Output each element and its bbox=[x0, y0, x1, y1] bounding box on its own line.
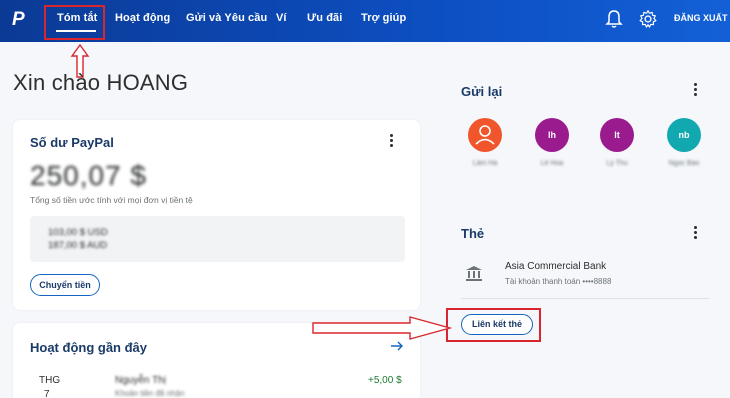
nav-item-help[interactable]: Trợ giúp bbox=[361, 12, 406, 24]
link-card-button[interactable]: Liên kết thẻ bbox=[461, 314, 533, 335]
activity-month: THG bbox=[39, 375, 61, 386]
cards-menu-icon[interactable] bbox=[691, 226, 701, 240]
balance-amount: 250,07 $ bbox=[30, 160, 147, 191]
nav-item-send-request[interactable]: Gửi và Yêu cầu bbox=[186, 12, 267, 24]
bank-icon bbox=[466, 266, 482, 281]
nav-item-wallet[interactable]: Ví bbox=[276, 12, 287, 24]
cards-section-title: Thẻ bbox=[461, 226, 485, 241]
contact-name-1: Lâm Hà bbox=[472, 160, 498, 167]
send-again-menu-icon[interactable] bbox=[691, 83, 701, 97]
recent-activity-title: Hoạt động gần đây bbox=[30, 340, 147, 355]
contact-name-2: Lê Hoa bbox=[540, 160, 564, 167]
gear-icon[interactable] bbox=[638, 8, 658, 30]
contact-avatar-4[interactable]: nb bbox=[667, 118, 701, 152]
nav-item-activity[interactable]: Hoạt động bbox=[115, 12, 170, 24]
activity-description: Khoản tiền đã nhận bbox=[115, 389, 185, 398]
balance-card-title: Số dư PayPal bbox=[30, 135, 114, 150]
currency-list: 103,00 $ USD 187,00 $ AUD bbox=[30, 216, 405, 262]
top-navigation-bar: P Tóm tắt Hoạt động Gửi và Yêu cầu Ví Ưu… bbox=[0, 0, 730, 42]
cards-divider bbox=[461, 298, 709, 299]
right-arrow-annotation bbox=[312, 316, 452, 340]
greeting-heading: Xin chào HOANG bbox=[13, 70, 189, 95]
contact-name-4: Ngọc Bảo bbox=[668, 160, 700, 167]
arrow-right-icon[interactable] bbox=[390, 339, 404, 353]
logout-link[interactable]: ĐĂNG XUẤT bbox=[674, 13, 728, 23]
person-icon bbox=[475, 125, 495, 145]
balance-subtitle: Tổng số tiền ước tính với mọi đơn vị tiề… bbox=[30, 195, 193, 205]
contact-avatar-3[interactable]: lt bbox=[600, 118, 634, 152]
nav-item-offers[interactable]: Ưu đãi bbox=[307, 12, 342, 24]
send-again-title: Gửi lại bbox=[461, 84, 503, 99]
bank-account-type: Tài khoản thanh toán ••••8888 bbox=[505, 277, 612, 286]
bank-name[interactable]: Asia Commercial Bank bbox=[505, 261, 606, 272]
transfer-money-button[interactable]: Chuyển tiền bbox=[30, 274, 100, 296]
currency-usd: 103,00 $ USD bbox=[48, 227, 108, 238]
paypal-logo[interactable]: P bbox=[12, 10, 30, 30]
activity-name[interactable]: Nguyễn Thị bbox=[115, 375, 166, 386]
balance-menu-icon[interactable] bbox=[387, 134, 397, 148]
currency-aud: 187,00 $ AUD bbox=[48, 240, 108, 251]
contact-avatar-1[interactable] bbox=[468, 118, 502, 152]
contact-name-3: Lý Thu bbox=[606, 160, 628, 167]
bell-icon[interactable] bbox=[604, 8, 624, 30]
summary-tab-highlight bbox=[44, 5, 105, 40]
contact-avatar-2[interactable]: lh bbox=[535, 118, 569, 152]
activity-day: 7 bbox=[44, 389, 50, 398]
activity-amount: +5,00 $ bbox=[368, 375, 402, 386]
